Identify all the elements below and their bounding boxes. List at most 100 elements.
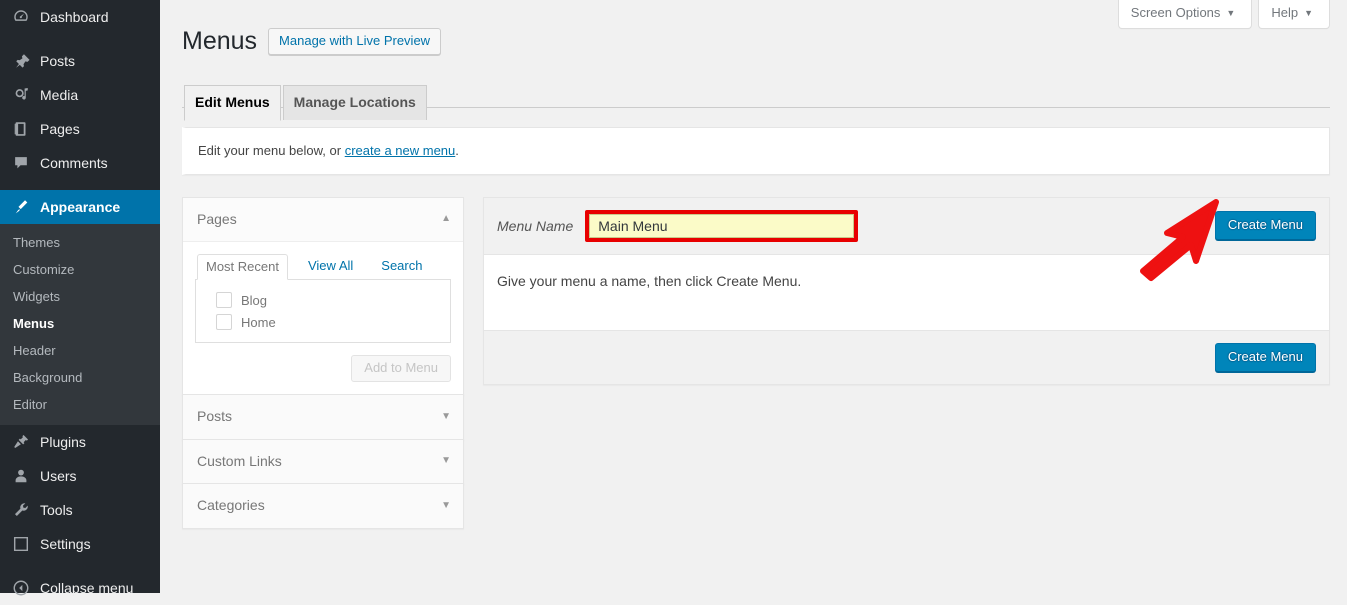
manage-with-live-preview-button[interactable]: Manage with Live Preview	[268, 28, 441, 55]
media-icon	[11, 85, 31, 105]
sidebar-item-plugins[interactable]: Plugins	[0, 425, 160, 459]
pin-icon	[11, 51, 31, 71]
help-button[interactable]: Help ▼	[1258, 0, 1330, 29]
metabox-posts-header[interactable]: Posts ▼	[183, 395, 463, 439]
page-title: Menus	[182, 18, 257, 60]
appearance-submenu: Themes Customize Widgets Menus Header Ba…	[0, 224, 160, 425]
sidebar-item-tools[interactable]: Tools	[0, 493, 160, 527]
tab-edit-menus[interactable]: Edit Menus	[184, 85, 281, 121]
menu-management-panel: Menu Name Create Menu Give your menu a n…	[483, 197, 1330, 385]
checkbox-blog[interactable]	[216, 292, 232, 308]
sidebar-item-pages[interactable]: Pages	[0, 112, 160, 146]
sidebar-separator	[0, 180, 160, 190]
metabox-categories-header[interactable]: Categories ▼	[183, 484, 463, 528]
sidebar-item-dashboard[interactable]: Dashboard	[0, 0, 160, 34]
menu-name-highlight-box	[585, 210, 858, 242]
metabox-title: Custom Links	[197, 452, 282, 472]
main-content-area: Screen Options ▼ Help ▼ Menus Manage with …	[160, 0, 1347, 593]
page-wrap: Menus Manage with Live Preview Edit Menu…	[160, 0, 1347, 528]
screen-options-label: Screen Options	[1131, 5, 1221, 20]
pages-items-panel: Blog Home	[195, 279, 451, 343]
appearance-brush-icon	[11, 197, 31, 217]
submenu-item-customize[interactable]: Customize	[0, 256, 160, 283]
sidebar-item-label: Tools	[40, 501, 73, 519]
notice-text-after: .	[455, 143, 459, 158]
metabox-title: Posts	[197, 407, 232, 427]
submenu-item-editor[interactable]: Editor	[0, 391, 160, 418]
sidebar-item-collapse-menu[interactable]: Collapse menu	[0, 571, 160, 605]
submenu-item-menus[interactable]: Menus	[0, 310, 160, 337]
metabox-title: Pages	[197, 210, 237, 230]
sidebar-item-label: Collapse menu	[40, 579, 133, 597]
menu-management-box: Menu Name Create Menu Give your menu a n…	[483, 197, 1330, 385]
chevron-down-icon[interactable]: ▼	[441, 412, 451, 422]
sidebar-item-label: Appearance	[40, 198, 120, 216]
chevron-down-icon[interactable]: ▼	[441, 501, 451, 511]
pages-button-controls: Add to Menu	[195, 355, 451, 382]
tab-view-all[interactable]: View All	[300, 254, 361, 279]
submenu-item-widgets[interactable]: Widgets	[0, 283, 160, 310]
sidebar-item-label: Users	[40, 467, 77, 485]
pages-icon	[11, 119, 31, 139]
metabox-pages-header[interactable]: Pages ▲	[183, 198, 463, 243]
tab-manage-locations[interactable]: Manage Locations	[283, 85, 427, 120]
sidebar-separator	[0, 34, 160, 44]
sidebar-item-media[interactable]: Media	[0, 78, 160, 112]
chevron-down-icon: ▼	[1304, 8, 1313, 18]
metabox-custom-links-header[interactable]: Custom Links ▼	[183, 440, 463, 484]
create-menu-button-top[interactable]: Create Menu	[1215, 211, 1316, 240]
metabox-custom-links: Custom Links ▼	[182, 439, 464, 485]
submenu-item-header[interactable]: Header	[0, 337, 160, 364]
sidebar-item-label: Posts	[40, 52, 75, 70]
dashboard-icon	[11, 7, 31, 27]
tools-wrench-icon	[11, 500, 31, 520]
submenu-item-themes[interactable]: Themes	[0, 229, 160, 256]
chevron-down-icon: ▼	[1226, 8, 1235, 18]
plugins-plug-icon	[11, 432, 31, 452]
sidebar-item-label: Comments	[40, 154, 108, 172]
tab-search[interactable]: Search	[373, 254, 430, 279]
menu-instructions-area: Give your menu a name, then click Create…	[484, 255, 1329, 331]
pages-tabs: Most Recent View All Search	[195, 254, 451, 279]
notice-text-before: Edit your menu below, or	[198, 143, 345, 158]
sidebar-item-label: Dashboard	[40, 8, 109, 26]
create-a-new-menu-link[interactable]: create a new menu	[345, 143, 456, 158]
sidebar-item-label: Pages	[40, 120, 80, 138]
sidebar-item-settings[interactable]: Settings	[0, 527, 160, 561]
tab-most-recent[interactable]: Most Recent	[197, 254, 288, 280]
sidebar-item-posts[interactable]: Posts	[0, 44, 160, 78]
menu-name-row: Menu Name Create Menu	[484, 198, 1329, 255]
menu-name-label: Menu Name	[497, 218, 573, 234]
create-menu-button-bottom[interactable]: Create Menu	[1215, 343, 1316, 372]
menu-settings-footer: Create Menu	[484, 331, 1329, 384]
submenu-item-background[interactable]: Background	[0, 364, 160, 391]
edit-menu-notice: Edit your menu below, or create a new me…	[182, 127, 1330, 175]
list-item[interactable]: Blog	[206, 289, 440, 311]
sidebar-item-comments[interactable]: Comments	[0, 146, 160, 180]
help-label: Help	[1271, 5, 1298, 20]
list-item-label[interactable]: Home	[241, 315, 276, 330]
screen-meta-links: Screen Options ▼ Help ▼	[1118, 0, 1330, 29]
notice-text: Edit your menu below, or create a new me…	[198, 141, 1317, 161]
collapse-icon	[11, 578, 31, 598]
menu-header-actions: Create Menu	[1215, 211, 1316, 240]
sidebar-item-appearance[interactable]: Appearance	[0, 190, 160, 224]
add-to-menu-button[interactable]: Add to Menu	[351, 355, 451, 382]
add-menu-items-panel: Pages ▲ Most Recent View All Search B	[182, 197, 464, 528]
screen-options-button[interactable]: Screen Options ▼	[1118, 0, 1253, 29]
metabox-categories: Categories ▼	[182, 483, 464, 529]
checkbox-home[interactable]	[216, 314, 232, 330]
chevron-down-icon[interactable]: ▼	[441, 456, 451, 466]
list-item[interactable]: Home	[206, 311, 440, 333]
menu-editor-columns: Pages ▲ Most Recent View All Search B	[182, 197, 1330, 528]
admin-sidebar: Dashboard Posts Media Pages Comments App…	[0, 0, 160, 593]
chevron-up-icon[interactable]: ▲	[441, 214, 451, 224]
sidebar-item-label: Plugins	[40, 433, 86, 451]
settings-sliders-icon	[11, 534, 31, 554]
sidebar-item-users[interactable]: Users	[0, 459, 160, 493]
metabox-pages-body: Most Recent View All Search Blog Ho	[183, 254, 463, 394]
menu-name-input[interactable]	[589, 214, 854, 238]
sidebar-separator	[0, 561, 160, 571]
metabox-pages: Pages ▲ Most Recent View All Search B	[182, 197, 464, 396]
list-item-label[interactable]: Blog	[241, 293, 267, 308]
